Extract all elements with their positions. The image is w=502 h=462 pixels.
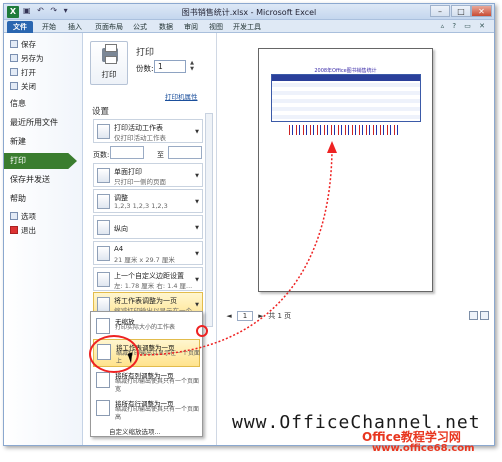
one-sided-icon xyxy=(97,168,110,183)
pages-label: 页数: xyxy=(93,151,110,159)
collate-dropdown[interactable]: 调整 1,2,3 1,2,3 1,2,3 ▼ xyxy=(93,189,203,213)
cmd-exit[interactable]: 退出 xyxy=(10,225,36,236)
backstage-nav: 保存 另存为 打开 关闭 信息 最近所用文件 新建 打印 保存并发送 帮助 选项… xyxy=(4,33,83,445)
print-what-dropdown[interactable]: 打印活动工作表 仅打印活动工作表 ▼ xyxy=(93,119,203,143)
pages-to-input[interactable] xyxy=(168,146,202,159)
view-toggles xyxy=(467,311,489,322)
settings-heading: 设置 xyxy=(92,107,110,117)
sheet-table-thumbnail xyxy=(271,74,421,122)
cmd-new[interactable]: 新建 xyxy=(4,134,83,150)
sheet-icon xyxy=(97,124,110,139)
title-bar: X ▣ ↶ ↷ ▾ 图书销售统计.xlsx - Microsoft Excel … xyxy=(4,4,494,20)
fit-rows-icon xyxy=(96,400,110,416)
copies-label: 份数: xyxy=(136,64,154,73)
copies-input[interactable]: 1 xyxy=(154,60,186,73)
next-page-button[interactable]: ► xyxy=(256,312,266,320)
page-total: 共 1 页 xyxy=(268,312,292,320)
print-heading: 打印 xyxy=(136,48,155,58)
cmd-open[interactable]: 打开 xyxy=(10,67,36,78)
close-button[interactable]: ✕ xyxy=(471,5,492,17)
chevron-down-icon: ▼ xyxy=(195,277,199,283)
cmd-recent[interactable]: 最近所用文件 xyxy=(4,115,83,131)
sheet-chart-thumbnail xyxy=(289,125,399,135)
tab-data[interactable]: 数据 xyxy=(155,21,177,33)
tab-review[interactable]: 审阅 xyxy=(180,21,202,33)
settings-scrollbar[interactable] xyxy=(205,113,213,327)
tab-insert[interactable]: 插入 xyxy=(64,21,86,33)
printer-properties-link[interactable]: 打印机属性 xyxy=(165,91,198,101)
tab-home[interactable]: 开始 xyxy=(38,21,60,33)
tab-formulas[interactable]: 公式 xyxy=(129,21,151,33)
sides-dropdown[interactable]: 单面打印 只打印一侧的页面 ▼ xyxy=(93,163,203,187)
preview-page: 2008年Office图书销售统计 xyxy=(258,48,433,292)
cmd-save[interactable]: 保存 xyxy=(10,39,36,50)
cmd-help[interactable]: 帮助 xyxy=(4,191,83,207)
ribbon-window-controls[interactable]: ▵ ? ▭ ✕ xyxy=(441,22,488,30)
portrait-icon xyxy=(97,220,110,235)
fit-page-icon xyxy=(97,297,110,312)
margins-icon xyxy=(97,272,110,287)
no-scaling-icon xyxy=(96,318,110,334)
zoom-page-icon[interactable] xyxy=(480,311,489,320)
scaling-menu: 无缩放 打印实际大小的工作表 将工作表调整为一页 缩减打印输出以显示在一个页面上… xyxy=(90,311,203,437)
cmd-print[interactable]: 打印 xyxy=(4,153,77,169)
prev-page-button[interactable]: ◄ xyxy=(224,312,234,320)
cmd-save-send[interactable]: 保存并发送 xyxy=(4,172,83,188)
print-preview: 2008年Office图书销售统计 ◄ 1 ► 共 1 页 xyxy=(218,33,494,445)
collate-icon xyxy=(97,194,110,209)
pages-to-label: 至 xyxy=(157,151,164,159)
minimize-button[interactable]: – xyxy=(430,5,450,17)
orientation-dropdown[interactable]: 纵向 ▼ xyxy=(93,215,203,239)
tab-page-layout[interactable]: 页面布局 xyxy=(92,21,126,33)
sheet-title: 2008年Office图书销售统计 xyxy=(314,68,377,74)
printer-icon xyxy=(102,44,118,64)
paper-icon xyxy=(97,246,110,261)
excel-window: X ▣ ↶ ↷ ▾ 图书销售统计.xlsx - Microsoft Excel … xyxy=(3,3,495,446)
folder-icon xyxy=(10,68,18,76)
maximize-button[interactable]: □ xyxy=(451,5,471,17)
chevron-down-icon: ▼ xyxy=(195,302,199,308)
tab-developer[interactable]: 开发工具 xyxy=(230,21,264,33)
chevron-down-icon: ▼ xyxy=(195,173,199,179)
menu-item-fit-rows[interactable]: 将所有行调整为一页 缩减打印输出使其只有一个页面高 xyxy=(93,396,200,424)
highlight-circle-small xyxy=(196,325,208,337)
print-button[interactable]: 打印 xyxy=(90,41,128,85)
cmd-save-as[interactable]: 另存为 xyxy=(10,53,44,64)
close-file-icon xyxy=(10,82,18,90)
window-title: 图书销售统计.xlsx - Microsoft Excel xyxy=(181,8,317,17)
save-icon xyxy=(10,40,18,48)
chevron-down-icon: ▼ xyxy=(195,251,199,257)
cmd-info[interactable]: 信息 xyxy=(4,96,83,112)
options-icon xyxy=(10,212,18,220)
paper-size-dropdown[interactable]: A4 21 厘米 x 29.7 厘米 ▼ xyxy=(93,241,203,265)
ribbon-tabs: 文件 开始 插入 页面布局 公式 数据 审阅 视图 开发工具 ▵ ? ▭ ✕ xyxy=(4,20,494,33)
copies-stepper[interactable]: ▲ ▼ xyxy=(188,60,196,73)
tab-view[interactable]: 视图 xyxy=(205,21,227,33)
page-navigator: ◄ 1 ► 共 1 页 xyxy=(224,311,291,321)
margins-dropdown[interactable]: 上一个自定义边距设置 左: 1.78 厘米 右: 1.4 厘... ▼ xyxy=(93,267,203,291)
save-as-icon xyxy=(10,54,18,62)
page-number-input[interactable]: 1 xyxy=(237,311,253,321)
show-margins-icon[interactable] xyxy=(469,311,478,320)
exit-icon xyxy=(10,226,18,234)
watermark-url: www.office68.com xyxy=(372,443,475,454)
chevron-down-icon: ▼ xyxy=(195,199,199,205)
cmd-close[interactable]: 关闭 xyxy=(10,81,36,92)
pages-from-input[interactable] xyxy=(110,146,144,159)
chevron-down-icon: ▼ xyxy=(195,225,199,231)
chevron-down-icon: ▼ xyxy=(195,129,199,135)
cmd-options[interactable]: 选项 xyxy=(10,211,36,222)
custom-scaling-link[interactable]: 自定义缩放选项... xyxy=(109,426,161,436)
fit-columns-icon xyxy=(96,372,110,388)
tab-file[interactable]: 文件 xyxy=(7,21,33,33)
